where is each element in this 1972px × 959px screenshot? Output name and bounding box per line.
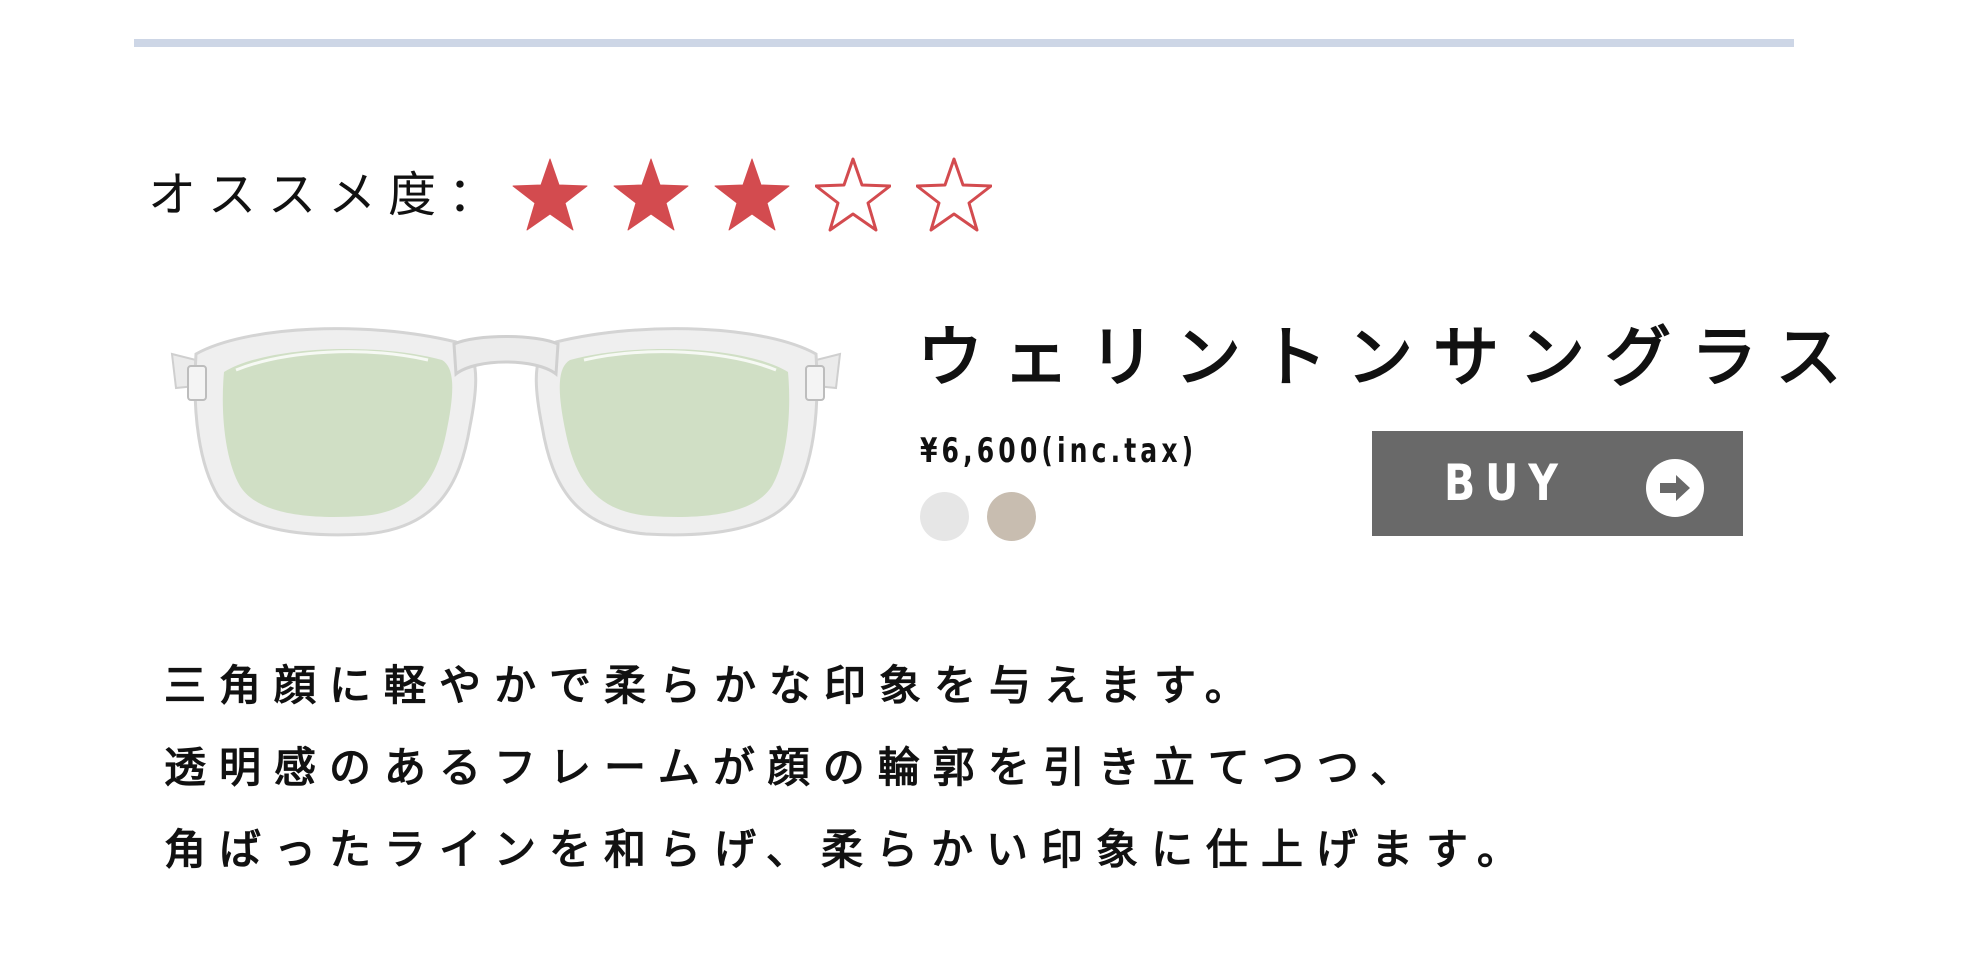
star-filled-icon bbox=[714, 158, 790, 231]
product-price: ¥6,600(inc.tax) bbox=[920, 431, 1198, 471]
star-outline-icon bbox=[815, 157, 892, 232]
sunglasses-product-image bbox=[170, 327, 842, 537]
buy-button[interactable]: BUY bbox=[1372, 431, 1743, 536]
color-swatch[interactable] bbox=[920, 492, 969, 541]
star-filled-icon bbox=[512, 158, 588, 231]
description-line: 角ばったラインを和らげ、柔らかい印象に仕上げます。 bbox=[164, 825, 1532, 874]
product-name: ウェリントンサングラス bbox=[917, 319, 1862, 396]
top-divider bbox=[134, 39, 1794, 47]
rating-label: オススメ度： bbox=[148, 167, 509, 223]
arrow-right-circle-icon bbox=[1646, 459, 1704, 517]
rating-stars bbox=[512, 157, 993, 233]
color-swatches bbox=[920, 492, 1036, 541]
star-outline-icon bbox=[916, 157, 993, 232]
color-swatch[interactable] bbox=[987, 492, 1036, 541]
recommendation-rating: オススメ度： bbox=[148, 150, 993, 240]
description-line: 三角顔に軽やかで柔らかな印象を与えます。 bbox=[164, 661, 1260, 710]
buy-button-label: BUY bbox=[1444, 454, 1568, 512]
product-description: 三角顔に軽やかで柔らかな印象を与えます。透明感のあるフレームが顔の輪郭を引き立て… bbox=[164, 645, 1532, 891]
star-filled-icon bbox=[613, 158, 689, 231]
description-line: 透明感のあるフレームが顔の輪郭を引き立てつつ、 bbox=[164, 743, 1426, 792]
